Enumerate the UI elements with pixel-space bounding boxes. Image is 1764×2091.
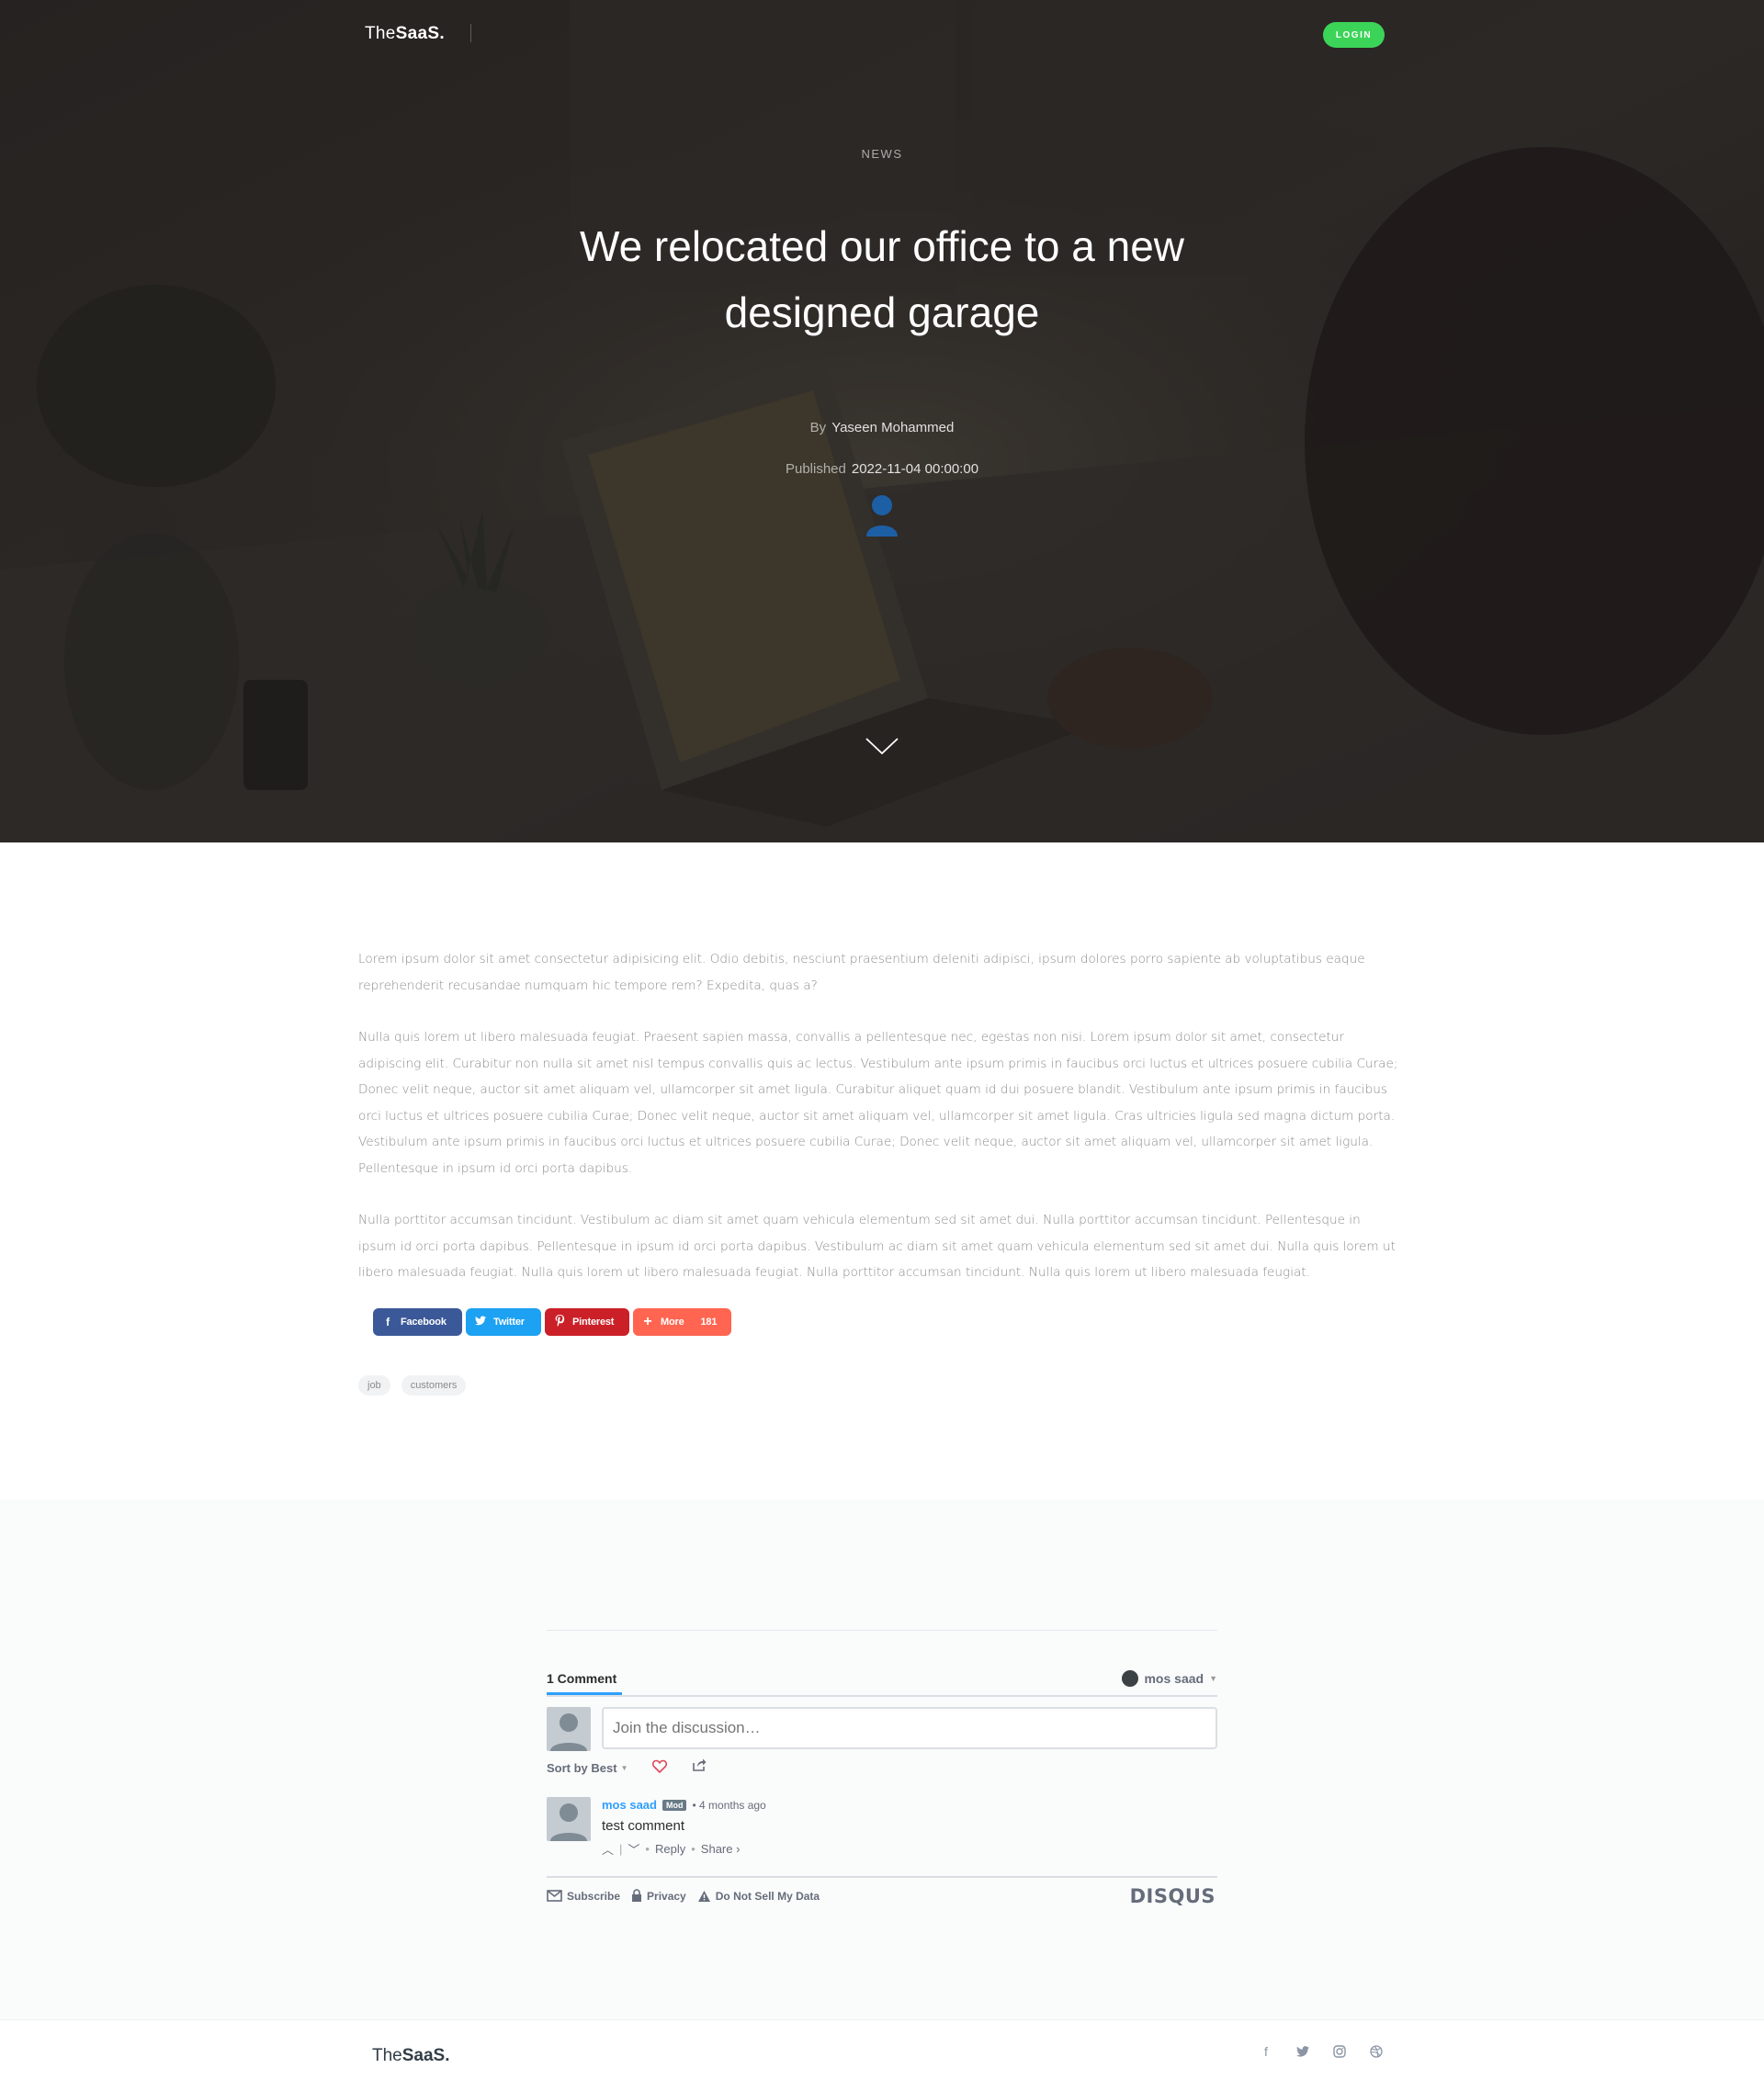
pinterest-share-button[interactable]: Pinterest [545,1308,629,1336]
brand-logo[interactable]: TheSaaS. [365,24,445,44]
facebook-icon[interactable]: f [1259,2044,1273,2059]
post-author: By Yaseen Mohammed [0,420,1764,435]
caret-down-icon: ▼ [1209,1674,1217,1683]
brand-prefix: The [365,24,396,43]
avatar [547,1707,591,1751]
comment-author[interactable]: mos saad [602,1798,657,1812]
navbar: TheSaaS. LOGIN [0,0,1764,70]
divider [547,1695,1217,1697]
tag-customers[interactable]: customers [401,1375,467,1396]
page-footer: TheSaaS. f [0,2019,1764,2091]
pinterest-icon [554,1315,565,1329]
instagram-icon[interactable] [1332,2044,1347,2059]
twitter-label: Twitter [493,1317,525,1328]
more-share-button[interactable]: + More 181 [633,1308,731,1336]
share-link[interactable]: Share › [701,1842,741,1856]
published-label: Published [785,461,846,477]
hero-header: TheSaaS. LOGIN NEWS We relocated our off… [0,0,1764,842]
share-icon[interactable] [692,1758,707,1772]
separator: | [619,1842,623,1856]
twitter-icon[interactable] [1295,2044,1310,2059]
comment-text: test comment [602,1818,685,1834]
post-title: We relocated our office to a new designe… [579,222,1184,336]
login-button[interactable]: LOGIN [1323,22,1385,48]
facebook-icon: f [386,1316,390,1328]
mail-icon [547,1890,562,1902]
plus-icon: + [643,1314,652,1329]
avatar[interactable] [547,1797,591,1841]
tag-job[interactable]: job [358,1375,390,1396]
privacy-link[interactable]: Privacy [631,1889,686,1903]
downvote-icon[interactable]: ﹀ [628,1840,639,1858]
author-name[interactable]: Yaseen Mohammed [831,420,954,435]
lock-icon [632,1889,642,1902]
dribbble-icon[interactable] [1369,2044,1384,2059]
subscribe-link[interactable]: Subscribe [547,1890,620,1903]
post-category[interactable]: NEWS [0,147,1764,161]
twitter-share-button[interactable]: Twitter [466,1308,541,1336]
share-count: 181 [700,1317,718,1328]
nav-divider [470,24,471,42]
pinterest-label: Pinterest [572,1317,615,1328]
brand-bold: SaaS. [401,2046,450,2065]
warning-icon [697,1890,710,1902]
footer-brand-logo[interactable]: TheSaaS. [372,2046,450,2066]
social-links: f [1259,2044,1384,2059]
comment-actions: ︿ | ﹀ • Reply • Share › [602,1840,740,1858]
caret-down-icon: ▼ [620,1764,628,1772]
article-paragraph: Nulla quis lorem ut libero malesuada feu… [358,1030,1398,1176]
article-body: Lorem ipsum dolor sit amet consectetur a… [358,946,1401,1312]
comment-timestamp[interactable]: • 4 months ago [692,1799,765,1812]
do-not-sell-label: Do Not Sell My Data [715,1889,820,1903]
sort-label: Sort by Best [547,1761,617,1775]
subscribe-label: Subscribe [567,1889,621,1903]
upvote-icon[interactable]: ︿ [602,1840,614,1858]
disqus-logo[interactable]: DISQUS [1130,1885,1216,1907]
share-buttons: f Facebook Twitter Pinterest + More 181 [373,1308,731,1336]
reply-link[interactable]: Reply [655,1842,685,1856]
divider [547,1876,1217,1878]
published-date: 2022-11-04 00:00:00 [851,461,979,477]
user-icon [866,495,898,537]
separator: • [691,1842,695,1856]
more-label: More [661,1317,684,1328]
article-paragraph: Lorem ipsum dolor sit amet consectetur a… [358,952,1365,993]
disqus-footer: Subscribe Privacy Do Not Sell My Data [547,1889,820,1903]
user-menu-name: mos saad [1144,1671,1204,1686]
post-published: Published 2022-11-04 00:00:00 [0,461,1764,477]
separator: • [645,1842,650,1856]
twitter-icon [475,1316,486,1328]
privacy-label: Privacy [647,1889,686,1903]
facebook-label: Facebook [401,1317,447,1328]
avatar [1122,1670,1139,1687]
divider [547,1630,1217,1631]
facebook-share-button[interactable]: f Facebook [373,1308,462,1336]
by-label: By [809,420,827,435]
comment-count-tab[interactable]: 1 Comment [547,1671,616,1686]
brand-prefix: The [372,2046,402,2065]
article-paragraph: Nulla porttitor accumsan tincidunt. Vest… [358,1213,1396,1280]
comments-section [0,1499,1764,2019]
comment-input[interactable] [602,1707,1217,1749]
heart-icon[interactable] [651,1758,668,1775]
comment-header: mos saad Mod • 4 months ago [602,1798,766,1812]
user-menu[interactable]: mos saad ▼ [1122,1670,1217,1687]
mod-badge: Mod [662,1799,687,1811]
chevron-down-icon[interactable] [865,735,899,757]
sort-dropdown[interactable]: Sort by Best ▼ [547,1761,628,1775]
do-not-sell-link[interactable]: Do Not Sell My Data [697,1890,820,1903]
brand-bold: SaaS. [395,24,445,43]
post-tags: job customers [358,1375,467,1396]
